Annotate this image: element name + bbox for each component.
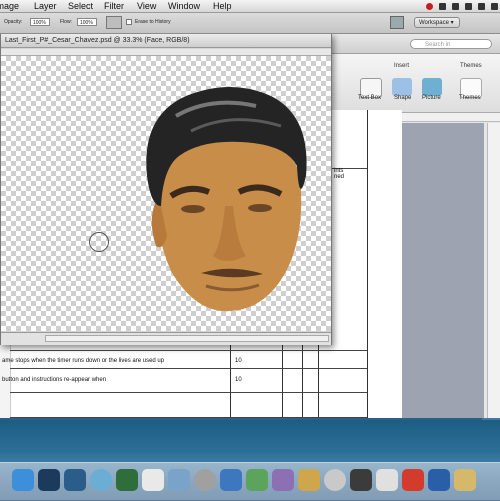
workspace-dropdown[interactable]: Workspace ▾ bbox=[414, 17, 460, 28]
ribbon-group-insert: Insert bbox=[394, 63, 410, 69]
app-icon[interactable] bbox=[376, 469, 398, 491]
word-scrollbar[interactable] bbox=[487, 123, 500, 418]
volume-icon[interactable] bbox=[478, 2, 485, 10]
menu-layer[interactable]: Layer bbox=[34, 0, 57, 12]
opacity-label: Opacity: bbox=[4, 19, 23, 25]
system-preferences-icon[interactable] bbox=[194, 469, 216, 491]
wifi-icon[interactable] bbox=[465, 2, 472, 10]
dreamweaver-icon[interactable] bbox=[116, 469, 138, 491]
display-icon[interactable] bbox=[452, 2, 459, 10]
word-page-margin bbox=[402, 123, 484, 418]
workspace-label: Workspace bbox=[419, 20, 449, 26]
safari-icon[interactable] bbox=[90, 469, 112, 491]
picture-label: Picture bbox=[422, 95, 441, 101]
word-search-input[interactable]: Search in bbox=[410, 39, 492, 49]
menu-help[interactable]: Help bbox=[213, 0, 232, 12]
flow-label: Flow: bbox=[60, 19, 72, 25]
options-bar: Opacity: 100% Flow: 100% Erase to Histor… bbox=[0, 13, 500, 34]
photoshop-alt-icon[interactable] bbox=[64, 469, 86, 491]
opacity-field[interactable]: 100% bbox=[30, 18, 50, 26]
table-header-line: ned bbox=[334, 174, 345, 180]
ruler bbox=[1, 49, 331, 56]
document-status-bar bbox=[1, 332, 331, 345]
menu-filter[interactable]: Filter bbox=[104, 0, 124, 12]
shape-label: Shape bbox=[394, 95, 412, 101]
menu-bar: Image Layer Select Filter View Window He… bbox=[0, 0, 500, 13]
table-cell-points: 10 bbox=[235, 358, 242, 364]
eye-right bbox=[248, 204, 272, 212]
airbrush-icon[interactable] bbox=[106, 16, 122, 29]
photoshop-icon[interactable] bbox=[38, 469, 60, 491]
portrait-image bbox=[146, 87, 307, 312]
dropbox-icon[interactable] bbox=[439, 2, 446, 10]
app-icon[interactable] bbox=[324, 469, 346, 491]
menu-view[interactable]: View bbox=[137, 0, 156, 12]
itunes-icon[interactable] bbox=[220, 469, 242, 491]
flow-field[interactable]: 100% bbox=[77, 18, 97, 26]
text-box-label: Text Box bbox=[358, 95, 382, 101]
table-cell-text: ame stops when the timer runs down or th… bbox=[2, 358, 165, 364]
record-icon[interactable] bbox=[426, 2, 433, 10]
table-row-line bbox=[10, 350, 367, 351]
messages-icon[interactable] bbox=[246, 469, 268, 491]
table-row-line bbox=[10, 392, 367, 393]
app-icon[interactable] bbox=[350, 469, 372, 491]
table-cell-points: 10 bbox=[235, 377, 242, 383]
status-icons bbox=[426, 0, 498, 12]
dock bbox=[0, 462, 500, 501]
word-titlebar: Search in bbox=[322, 33, 500, 54]
workspace-icon[interactable] bbox=[390, 16, 404, 29]
photoshop-document-window: Last_First_P#_Cesar_Chavez.psd @ 33.3% (… bbox=[0, 33, 332, 345]
menu-select[interactable]: Select bbox=[68, 0, 93, 12]
word-ribbon: Insert Themes bbox=[322, 54, 500, 113]
erase-to-history-label: Erase to History bbox=[135, 19, 171, 25]
acrobat-icon[interactable] bbox=[402, 469, 424, 491]
horizontal-scrollbar[interactable] bbox=[45, 335, 329, 342]
preview-icon[interactable] bbox=[168, 469, 190, 491]
shape-icon[interactable] bbox=[392, 78, 412, 96]
canvas[interactable] bbox=[1, 56, 331, 331]
calendar-icon[interactable] bbox=[142, 469, 164, 491]
table-row-line bbox=[10, 417, 367, 418]
themes-label: Themes bbox=[459, 95, 481, 101]
document-title[interactable]: Last_First_P#_Cesar_Chavez.psd @ 33.3% (… bbox=[1, 34, 331, 48]
ribbon-group-themes: Themes bbox=[460, 63, 482, 69]
word-icon[interactable] bbox=[428, 469, 450, 491]
erase-to-history-checkbox[interactable] bbox=[126, 19, 132, 25]
table-col-line bbox=[367, 110, 368, 418]
table-cell-text: button and instructions re-appear when bbox=[2, 377, 107, 383]
picture-icon[interactable] bbox=[422, 78, 442, 96]
app-icon[interactable] bbox=[454, 469, 476, 491]
eye-left bbox=[181, 205, 205, 213]
battery-icon[interactable] bbox=[491, 2, 498, 10]
app-icon[interactable] bbox=[272, 469, 294, 491]
menu-window[interactable]: Window bbox=[168, 0, 200, 12]
table-row-line bbox=[10, 368, 367, 369]
app-icon[interactable] bbox=[298, 469, 320, 491]
brush-cursor-icon bbox=[89, 232, 109, 252]
menu-image[interactable]: Image bbox=[0, 0, 19, 12]
finder-icon[interactable] bbox=[12, 469, 34, 491]
table-header: ints ned bbox=[334, 168, 344, 180]
